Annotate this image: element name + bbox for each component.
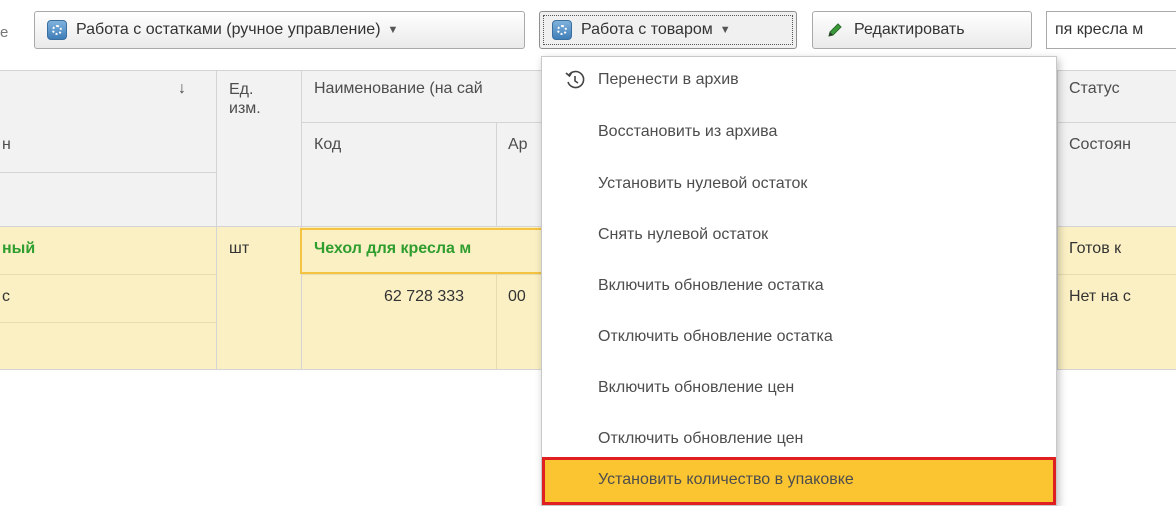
grid-line <box>496 122 497 226</box>
chevron-down-icon: ▼ <box>387 24 399 36</box>
grid-line <box>1057 122 1176 123</box>
toolbar-fragment: е <box>0 24 9 41</box>
menu-item-label: Включить обновление цен <box>598 379 795 396</box>
work-with-goods-menu: Перенести в архив Восстановить из архива… <box>541 56 1057 506</box>
header-unit-label: Ед. изм. <box>229 81 261 117</box>
search-input[interactable]: пя кресла м <box>1046 11 1176 49</box>
command-bar: е Работа с остатками (ручное управление)… <box>0 0 1176 62</box>
header-column-1-sub: н <box>2 136 11 153</box>
grid-line <box>1057 70 1058 370</box>
header-code-label[interactable]: Код <box>314 136 341 154</box>
menu-item-enable-stock-update[interactable]: Включить обновление остатка <box>542 263 1056 315</box>
row-unit-value: шт <box>229 240 250 257</box>
menu-item-disable-stock-update[interactable]: Отключить обновление остатка <box>542 314 1056 366</box>
chevron-down-icon: ▼ <box>719 24 731 36</box>
menu-item-remove-zero-stock[interactable]: Снять нулевой остаток <box>542 212 1056 264</box>
work-with-remains-button[interactable]: Работа с остатками (ручное управление) ▼ <box>34 11 525 49</box>
grid-line <box>496 274 497 369</box>
menu-item-restore-from-archive[interactable]: Восстановить из архива <box>542 109 1056 161</box>
header-name-label[interactable]: Наименование (на сай <box>314 80 542 98</box>
menu-item-label: Отключить обновление цен <box>598 430 804 447</box>
menu-item-move-to-archive[interactable]: Перенести в архив <box>542 57 1056 109</box>
grid-line <box>216 70 217 370</box>
menu-item-set-pack-quantity[interactable]: Установить количество в упаковке <box>542 457 1056 505</box>
grid-line <box>0 274 216 275</box>
row-code-value: 62 728 333 <box>384 288 465 305</box>
menu-item-enable-price-update[interactable]: Включить обновление цен <box>542 365 1056 417</box>
menu-item-label: Перенести в архив <box>598 71 739 88</box>
work-with-goods-label: Работа с товаром <box>581 21 713 38</box>
grid-line <box>1057 274 1176 275</box>
row-state-value: Нет на с <box>1069 288 1131 305</box>
edit-label: Редактировать <box>854 21 965 38</box>
grid-line <box>302 122 542 123</box>
menu-item-set-zero-stock[interactable]: Установить нулевой остаток <box>542 161 1056 213</box>
gear-icon <box>552 20 572 40</box>
grid-line <box>0 322 216 323</box>
gear-icon <box>47 20 67 40</box>
work-with-remains-label: Работа с остатками (ручное управление) <box>76 21 381 38</box>
pencil-icon <box>828 23 842 37</box>
header-state-label[interactable]: Состоян <box>1069 136 1176 154</box>
grid-line <box>302 274 542 275</box>
menu-item-label: Отключить обновление остатка <box>598 328 833 345</box>
sort-arrow-icon[interactable]: ↓ <box>178 80 186 98</box>
history-icon <box>565 70 585 89</box>
menu-item-label: Установить нулевой остаток <box>598 175 808 192</box>
row-column-1-value: ный <box>2 240 36 257</box>
header-article-label[interactable]: Ар <box>508 136 542 154</box>
menu-item-label: Установить количество в упаковке <box>598 471 854 488</box>
row-article-value: 00 <box>508 288 526 305</box>
menu-item-label: Снять нулевой остаток <box>598 226 769 243</box>
row-status-value: Готов к <box>1069 240 1122 257</box>
grid-line <box>0 172 216 173</box>
grid-line <box>301 70 302 370</box>
header-status-label[interactable]: Статус <box>1069 80 1120 98</box>
menu-item-label: Восстановить из архива <box>598 123 778 140</box>
edit-button[interactable]: Редактировать <box>812 11 1032 49</box>
row-column-1-value-2: с <box>2 288 10 305</box>
menu-item-label: Включить обновление остатка <box>598 277 824 294</box>
work-with-goods-button[interactable]: Работа с товаром ▼ <box>539 11 797 49</box>
row-name-value: Чехол для кресла м <box>314 240 472 257</box>
